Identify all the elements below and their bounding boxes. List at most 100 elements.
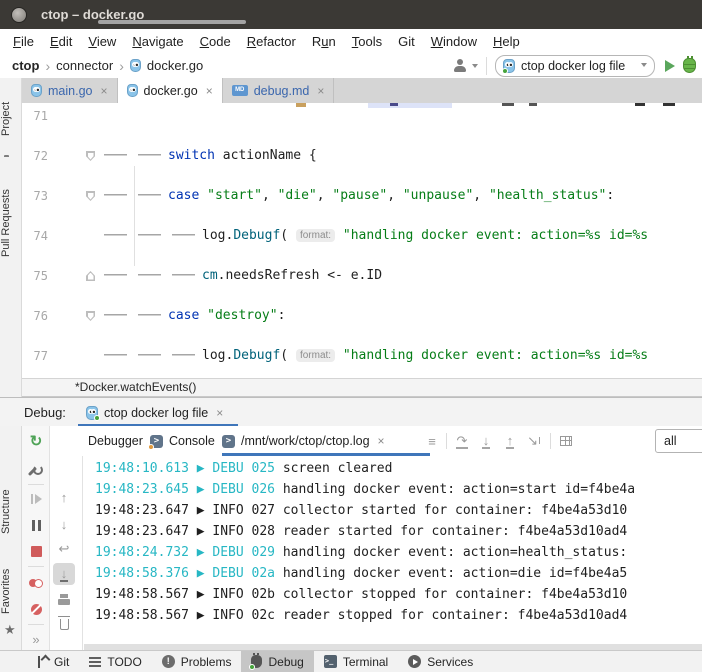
close-icon[interactable]: ×	[317, 84, 324, 98]
menu-item-file[interactable]: File	[5, 32, 42, 51]
tool-window-button-favorites[interactable]: Favorites	[0, 563, 22, 620]
fold-marker-icon[interactable]	[86, 271, 95, 281]
menu-item-tools[interactable]: Tools	[344, 32, 390, 51]
view-options-icon[interactable]: ≡	[422, 430, 442, 452]
tab-whitespace	[134, 187, 168, 201]
pause-button[interactable]	[25, 514, 47, 536]
tool-window-button-project[interactable]: Project	[0, 84, 22, 154]
log-line-prefix: 19:48:23.647 ▶ INFO 027	[95, 503, 283, 518]
line-number[interactable]: 72	[22, 146, 48, 166]
editor-tab-debug-md[interactable]: MDdebug.md×	[223, 78, 335, 103]
code-token: "health_status"	[489, 188, 606, 203]
close-icon[interactable]: ×	[216, 406, 223, 420]
line-number[interactable]: 71	[22, 106, 48, 126]
menu-item-run[interactable]: Run	[304, 32, 344, 51]
restore-layout-icon[interactable]	[556, 430, 576, 452]
more-actions-button[interactable]: »	[25, 628, 47, 650]
menu-item-help[interactable]: Help	[485, 32, 528, 51]
inlay-hint: format:	[296, 229, 335, 242]
resume-button[interactable]	[25, 488, 47, 510]
tab-whitespace	[168, 227, 202, 241]
code-token: ,	[262, 188, 278, 203]
scroll-up-icon[interactable]: ↑	[500, 430, 520, 452]
statusbar-item-problems[interactable]: !Problems	[152, 651, 242, 672]
fold-marker-icon[interactable]	[86, 151, 95, 161]
line-number[interactable]: 73	[22, 186, 48, 206]
clear-console-button[interactable]	[53, 612, 75, 634]
close-icon[interactable]: ×	[206, 84, 213, 98]
debug-view-tab-debugger[interactable]: Debugger	[88, 426, 143, 456]
tool-window-strip: ProjectPull RequestsStructureFavorites★	[0, 78, 22, 650]
statusbar-item-terminal[interactable]: Terminal	[314, 651, 398, 672]
editor-tab-main-go[interactable]: main.go×	[22, 78, 118, 103]
log-line-message: collector stopped for container: f4be4a5…	[283, 587, 627, 602]
print-button[interactable]	[53, 588, 75, 610]
editor-tab-label: debug.md	[254, 84, 310, 98]
breadcrumb-item-dockergo[interactable]: docker.go	[147, 58, 203, 73]
menu-item-code[interactable]: Code	[192, 32, 239, 51]
rerun-button[interactable]: ↻	[25, 430, 47, 452]
soft-wrap-button[interactable]: ↩	[53, 538, 75, 560]
menu-item-edit[interactable]: Edit	[42, 32, 80, 51]
breadcrumb-item-connector[interactable]: connector	[56, 58, 113, 73]
jump-to-cursor-icon[interactable]: ↘I	[524, 430, 544, 452]
debug-view-tab-console[interactable]: Console	[150, 426, 215, 456]
up-stack-icon[interactable]: ↷	[452, 430, 472, 452]
breadcrumb-item-ctop[interactable]: ctop	[12, 58, 39, 73]
menu-item-view[interactable]: View	[80, 32, 124, 51]
scroll-to-end-button[interactable]: ↓	[53, 563, 75, 585]
close-icon[interactable]: ×	[100, 84, 107, 98]
fold-marker-icon[interactable]	[86, 191, 95, 201]
menu-item-navigate[interactable]: Navigate	[124, 32, 191, 51]
statusbar-item-services[interactable]: Services	[398, 651, 483, 672]
code-line: 76case "destroy":	[22, 306, 702, 326]
ide-window: ctop – docker.go FileEditViewNavigateCod…	[0, 0, 702, 672]
mute-breakpoints-button[interactable]	[25, 598, 47, 620]
divider	[28, 566, 44, 567]
code-editor[interactable]: 7172switch actionName {73case "start", "…	[22, 103, 702, 378]
menu-item-refactor[interactable]: Refactor	[239, 32, 304, 51]
code-token: case	[168, 308, 199, 323]
code-token: Debugf	[233, 228, 280, 243]
code-text: switch actionName {	[100, 146, 317, 166]
user-menu[interactable]	[453, 59, 478, 73]
go-gopher-icon	[130, 59, 141, 72]
line-number[interactable]: 74	[22, 226, 48, 246]
line-number[interactable]: 77	[22, 346, 48, 366]
title-bar: ctop – docker.go	[0, 0, 702, 29]
close-icon[interactable]: ×	[378, 434, 385, 448]
code-token: .needsRefresh <- e.ID	[218, 268, 382, 283]
settings-wrench-icon[interactable]	[25, 460, 47, 482]
tool-window-label: Project	[0, 84, 22, 154]
line-number[interactable]: 76	[22, 306, 48, 326]
log-console[interactable]: 19:48:10.613 ▶ DEBU 025 screen cleared19…	[84, 456, 702, 644]
debug-view-tab-log-file[interactable]: /mnt/work/ctop/ctop.log×	[222, 426, 385, 456]
statusbar-item-debug[interactable]: Debug	[241, 651, 313, 672]
statusbar-item-git[interactable]: Git	[26, 651, 79, 672]
tool-window-button-pull-requests[interactable]: Pull Requests	[0, 163, 22, 283]
editor-tab-docker-go[interactable]: docker.go ×	[118, 78, 223, 103]
down-stack-trace-button[interactable]: ↓	[53, 513, 75, 535]
window-button-icon[interactable]	[11, 7, 27, 23]
statusbar-item-todo[interactable]: TODO	[79, 651, 151, 672]
editor-tab-label: docker.go	[144, 84, 198, 98]
debug-button[interactable]	[683, 58, 696, 73]
log-level-filter-select[interactable]: all	[655, 429, 702, 453]
scroll-down-icon[interactable]: ↓	[476, 430, 496, 452]
fold-marker-icon[interactable]	[86, 311, 95, 321]
go-file-icon	[127, 84, 138, 97]
up-stack-trace-button[interactable]: ↑	[53, 486, 75, 508]
stop-button[interactable]	[25, 540, 47, 562]
tab-whitespace	[100, 347, 134, 361]
run-button[interactable]	[665, 60, 675, 72]
view-breakpoints-button[interactable]	[25, 572, 47, 594]
tool-window-button-structure[interactable]: Structure	[0, 474, 22, 550]
menu-item-git[interactable]: Git	[390, 32, 423, 51]
code-token	[335, 228, 343, 243]
run-configuration-select[interactable]: ctop docker log file	[495, 55, 655, 77]
tab-scrollbar[interactable]	[98, 20, 246, 24]
debug-session-tab[interactable]: ctop docker log file ×	[86, 398, 223, 427]
line-number[interactable]: 75	[22, 266, 48, 286]
menu-item-window[interactable]: Window	[423, 32, 485, 51]
console-action-toolbar: ↑ ↓ ↩ ↓	[50, 456, 83, 650]
